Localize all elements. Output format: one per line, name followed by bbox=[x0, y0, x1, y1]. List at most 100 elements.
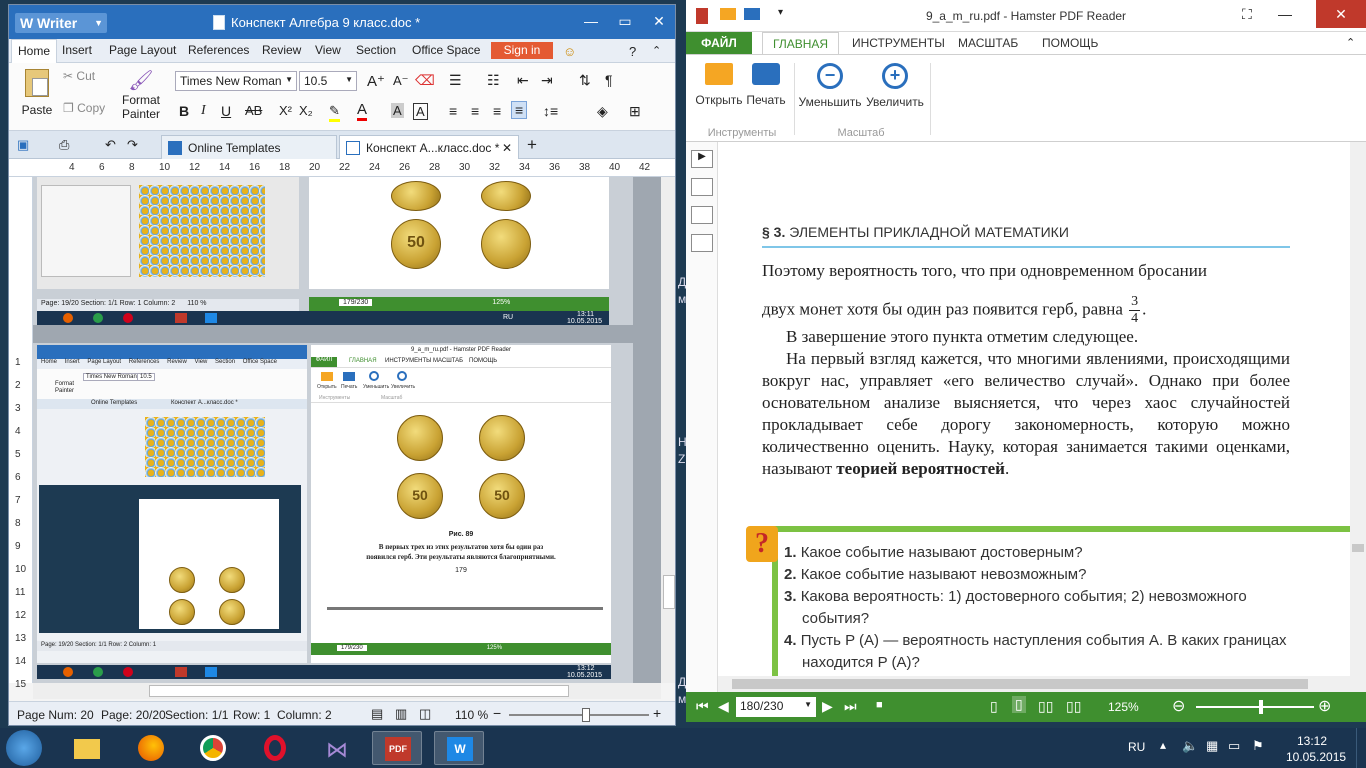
sign-in-button[interactable]: Sign in bbox=[491, 42, 553, 59]
grow-font-icon[interactable]: A⁺ bbox=[367, 72, 385, 90]
expand-sidebar-icon[interactable]: ▶ bbox=[691, 150, 713, 168]
tab-main[interactable]: ГЛАВНАЯ bbox=[762, 32, 840, 55]
pdf-vertical-scrollbar[interactable] bbox=[1350, 142, 1366, 692]
font-color-icon[interactable]: A bbox=[357, 101, 368, 121]
font-size-select[interactable]: 10.5 ▼ bbox=[299, 71, 357, 91]
tab-document[interactable]: Конспект А...класс.doc * ✕ bbox=[339, 135, 519, 159]
close-icon[interactable]: ✕ bbox=[647, 11, 671, 31]
zoom-out-ribbon-button[interactable]: − Уменьшить bbox=[798, 63, 862, 109]
volume-icon[interactable]: 🔈 bbox=[1182, 738, 1198, 754]
menu-office-space[interactable]: Office Space bbox=[412, 43, 480, 57]
tray-chevron-icon[interactable]: ▴ bbox=[1160, 738, 1166, 752]
numbering-icon[interactable]: ☷ bbox=[487, 72, 500, 89]
highlight-icon[interactable]: ✎ bbox=[329, 103, 340, 122]
italic-icon[interactable]: I bbox=[201, 103, 206, 119]
thumbnails-icon[interactable] bbox=[691, 206, 713, 224]
superscript-icon[interactable]: X² bbox=[279, 103, 292, 118]
clear-format-icon[interactable]: ⌫ bbox=[415, 72, 435, 89]
continuous-page-icon[interactable]: ▯ bbox=[1012, 696, 1026, 713]
clock-time[interactable]: 13:12 bbox=[1297, 734, 1327, 748]
two-page-icon[interactable]: ▯▯ bbox=[1038, 698, 1053, 715]
taskbar-wps-writer[interactable]: W bbox=[434, 731, 484, 765]
bullets-icon[interactable]: ☰ bbox=[449, 72, 462, 89]
first-page-icon[interactable]: ⏮ bbox=[696, 698, 709, 715]
save-icon[interactable]: ▣ bbox=[17, 137, 29, 153]
start-button[interactable] bbox=[6, 730, 42, 766]
language-indicator[interactable]: RU bbox=[1128, 740, 1145, 754]
clock-date[interactable]: 10.05.2015 bbox=[1286, 750, 1346, 764]
scroll-thumb[interactable] bbox=[732, 679, 1308, 689]
zoom-in-button[interactable]: ⊕ bbox=[1318, 696, 1331, 716]
strikethrough-icon[interactable]: AB bbox=[245, 103, 262, 118]
underline-icon[interactable]: U bbox=[221, 103, 231, 119]
sort-icon[interactable]: ⇅ bbox=[579, 72, 591, 89]
minimize-icon[interactable]: — bbox=[579, 11, 603, 31]
char-shading-icon[interactable]: A bbox=[391, 103, 404, 118]
fullscreen-icon[interactable]: ⛶ bbox=[1242, 6, 1252, 23]
paste-button[interactable]: Paste bbox=[17, 69, 57, 117]
close-icon[interactable]: ✕ bbox=[502, 141, 512, 155]
menu-references[interactable]: References bbox=[188, 43, 249, 57]
zoom-slider[interactable] bbox=[1196, 700, 1314, 714]
outdent-icon[interactable]: ⇥ bbox=[541, 72, 553, 89]
web-layout-icon[interactable]: ◫ bbox=[419, 706, 431, 722]
minimize-icon[interactable]: — bbox=[1278, 6, 1292, 22]
taskbar-chrome[interactable] bbox=[188, 731, 238, 765]
tab-online-templates[interactable]: Online Templates bbox=[161, 135, 337, 159]
copy-button[interactable]: ❐ Copy bbox=[63, 101, 105, 115]
page-number-input[interactable]: 180/230 ▼ bbox=[736, 697, 816, 717]
action-center-icon[interactable]: ⚑ bbox=[1252, 738, 1264, 754]
scroll-thumb[interactable] bbox=[149, 685, 569, 697]
print-icon[interactable]: ⎙ bbox=[59, 137, 69, 153]
smile-icon[interactable]: ☺ bbox=[563, 44, 576, 59]
zoom-in-button[interactable]: + bbox=[653, 705, 661, 721]
borders-icon[interactable]: ⊞ bbox=[629, 103, 641, 120]
new-tab-icon[interactable]: + bbox=[527, 135, 537, 155]
align-left-icon[interactable]: ≡ bbox=[449, 103, 457, 119]
zoom-slider-handle[interactable] bbox=[582, 708, 590, 722]
two-continuous-icon[interactable]: ▯▯ bbox=[1066, 698, 1081, 715]
char-border-icon[interactable]: A bbox=[413, 103, 428, 120]
font-name-select[interactable]: Times New Roman ▼ bbox=[175, 71, 297, 91]
zoom-out-button[interactable]: ⊖ bbox=[1172, 696, 1185, 716]
shading-icon[interactable]: ◈ bbox=[597, 103, 608, 120]
menu-page-layout[interactable]: Page Layout bbox=[109, 43, 176, 57]
help-icon[interactable]: ? bbox=[629, 44, 636, 59]
align-center-icon[interactable]: ≡ bbox=[471, 103, 479, 119]
next-page-icon[interactable]: ▶ bbox=[822, 698, 833, 715]
tab-file[interactable]: ФАЙЛ bbox=[686, 32, 752, 54]
network-icon[interactable]: ▦ bbox=[1206, 738, 1218, 754]
chevron-up-icon[interactable]: ⌃ bbox=[652, 44, 661, 57]
align-justify-icon[interactable]: ≡ bbox=[511, 101, 528, 119]
zoom-in-ribbon-button[interactable]: + Увеличить bbox=[864, 63, 926, 109]
taskbar-opera[interactable] bbox=[250, 731, 300, 765]
tab-help[interactable]: ПОМОЩЬ bbox=[1042, 36, 1098, 50]
print-layout-icon[interactable]: ▤ bbox=[371, 706, 383, 722]
taskbar-vs[interactable]: ⋈ bbox=[312, 731, 362, 765]
format-painter-button[interactable]: 🖌 Format Painter bbox=[115, 69, 167, 121]
scroll-thumb[interactable] bbox=[1352, 544, 1364, 552]
indent-icon[interactable]: ⇤ bbox=[517, 72, 529, 89]
single-page-icon[interactable]: ▯ bbox=[990, 698, 998, 715]
restore-icon[interactable]: ▭ bbox=[613, 11, 637, 31]
annotations-icon[interactable] bbox=[691, 234, 713, 252]
menu-insert[interactable]: Insert bbox=[62, 43, 92, 57]
chevron-up-icon[interactable]: ⌃ bbox=[1346, 36, 1355, 49]
bold-icon[interactable]: B bbox=[179, 103, 189, 119]
menu-home[interactable]: Home bbox=[11, 39, 58, 63]
shrink-font-icon[interactable]: A⁻ bbox=[393, 73, 409, 89]
redo-icon[interactable]: ↷ bbox=[127, 137, 138, 153]
prev-page-icon[interactable]: ◀ bbox=[718, 698, 729, 715]
align-right-icon[interactable]: ≡ bbox=[493, 103, 501, 119]
zoom-out-button[interactable]: − bbox=[493, 705, 501, 721]
taskbar-explorer[interactable] bbox=[62, 731, 112, 765]
writer-app-menu[interactable]: Writer ▼ bbox=[15, 13, 107, 33]
subscript-icon[interactable]: X₂ bbox=[299, 103, 313, 118]
last-page-icon[interactable]: ⏭ bbox=[844, 698, 857, 715]
tab-scale[interactable]: МАСШТАБ bbox=[958, 36, 1018, 50]
horizontal-scrollbar[interactable] bbox=[33, 683, 661, 699]
open-button[interactable]: Открыть bbox=[694, 63, 744, 107]
pdf-horizontal-scrollbar[interactable] bbox=[718, 676, 1350, 692]
zoom-slider-handle[interactable] bbox=[1258, 700, 1263, 714]
close-icon[interactable]: ✕ bbox=[1316, 0, 1366, 28]
